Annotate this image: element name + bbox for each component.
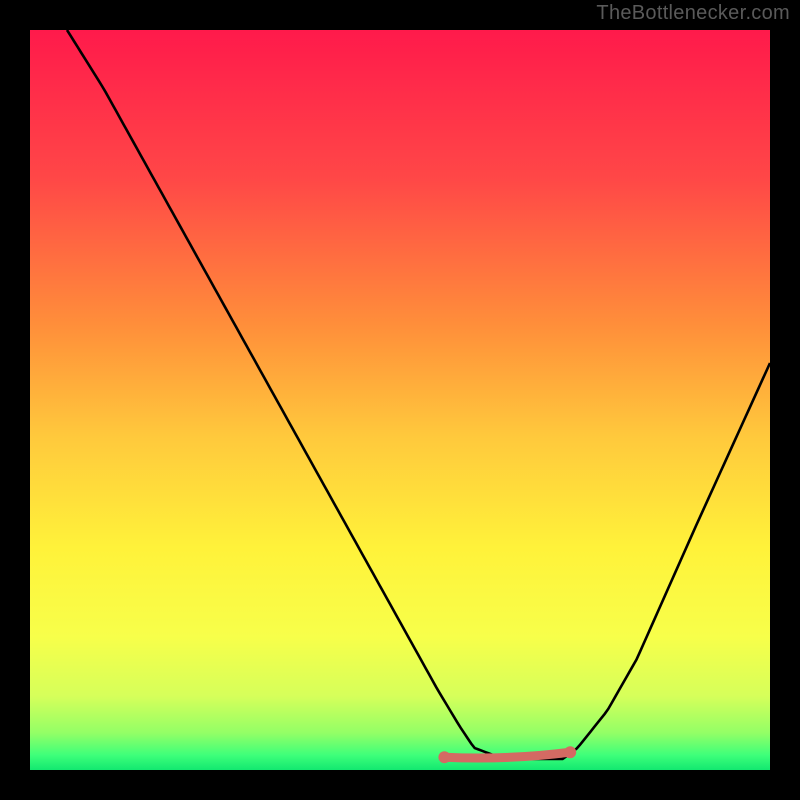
optimal-range-dot-left <box>438 751 450 763</box>
gradient-background <box>30 30 770 770</box>
attribution-text: TheBottlenecker.com <box>596 2 790 25</box>
optimal-range-dot-right <box>564 746 576 758</box>
bottleneck-chart <box>30 30 770 770</box>
chart-container <box>30 30 770 770</box>
